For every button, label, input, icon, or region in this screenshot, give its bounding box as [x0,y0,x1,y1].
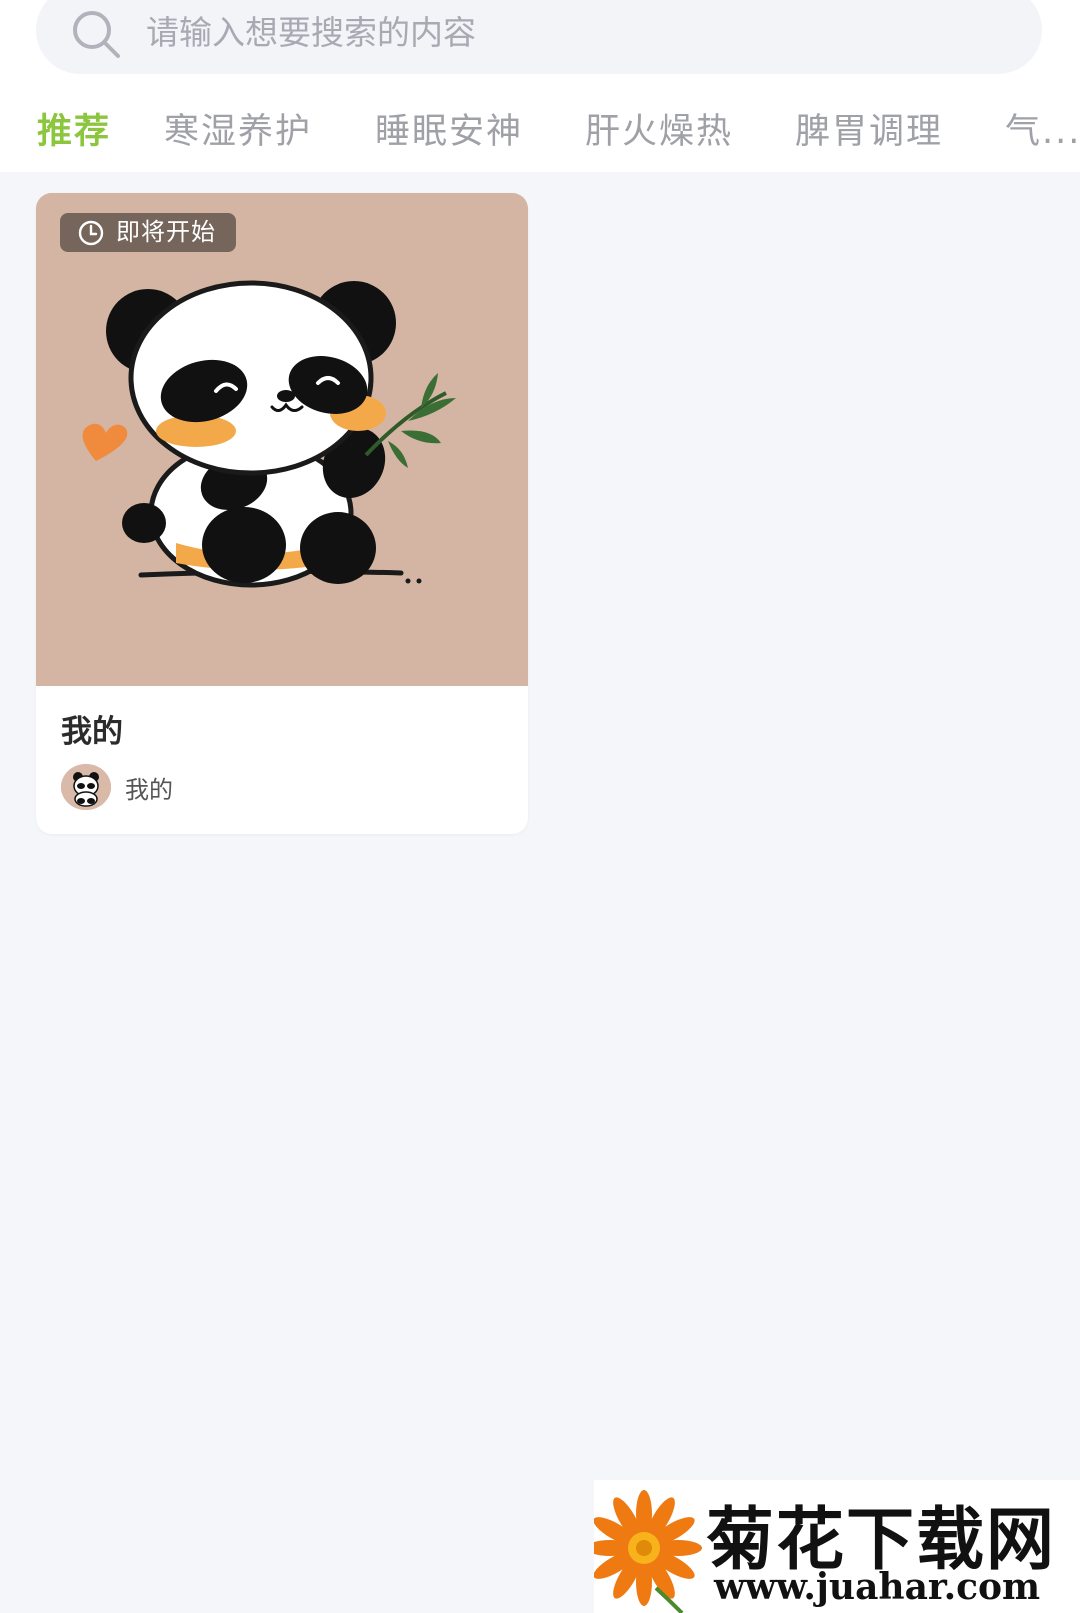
search-icon [73,11,120,58]
tab-qi[interactable]: 气... [1005,104,1080,160]
category-tabs: 推荐 寒湿养护 睡眠安神 肝火燥热 脾胃调理 气... [0,104,1080,160]
tab-sleep-calm[interactable]: 睡眠安神 [375,104,523,160]
tab-recommend[interactable]: 推荐 [37,104,111,160]
status-badge: 即将开始 [60,213,236,252]
flower-logo-icon [594,1490,702,1613]
content-card[interactable]: 即将开始 我的 我的 [36,193,528,834]
search-input[interactable] [144,0,1008,64]
watermark-url: www.juahar.com [714,1566,1041,1608]
status-badge-label: 即将开始 [116,218,216,246]
avatar[interactable] [61,764,111,810]
card-cover-image: 即将开始 [36,193,528,686]
search-bar[interactable] [36,0,1042,74]
tab-liver-fire[interactable]: 肝火燥热 [585,104,733,160]
clock-icon [78,220,104,246]
top-header: 推荐 寒湿养护 睡眠安神 肝火燥热 脾胃调理 气... [0,0,1080,172]
panda-avatar-icon [61,764,111,810]
author-name[interactable]: 我的 [125,770,173,805]
tab-spleen-stomach[interactable]: 脾胃调理 [795,104,943,160]
watermark-logo: 菊花下载网 www.juahar.com [594,1480,1080,1613]
tab-cold-damp-care[interactable]: 寒湿养护 [164,104,312,160]
card-title: 我的 [61,714,123,750]
panda-illustration [36,193,528,686]
